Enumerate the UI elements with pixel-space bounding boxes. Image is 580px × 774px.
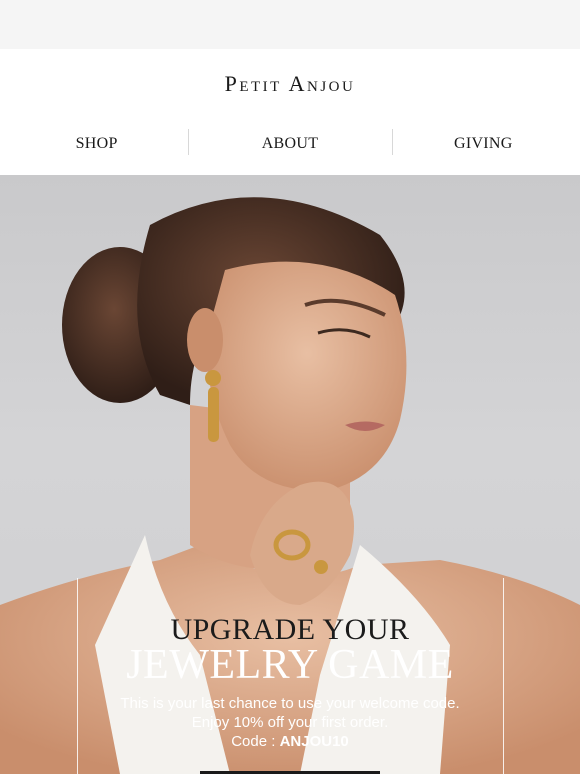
hero-body-text: This is your last chance to use your wel… bbox=[120, 695, 460, 731]
nav-item-giving[interactable]: GIVING bbox=[387, 129, 580, 159]
nav-bar: SHOP ABOUT GIVING bbox=[0, 129, 580, 159]
promo-code-label: Code : bbox=[231, 733, 276, 750]
nav-item-about[interactable]: ABOUT bbox=[193, 129, 386, 159]
top-strip bbox=[0, 0, 580, 49]
nav-divider bbox=[188, 129, 189, 155]
brand-logo[interactable]: Petit Anjou bbox=[0, 71, 580, 97]
hero-banner[interactable]: UPGRADE YOUR JEWELRY GAME This is your l… bbox=[0, 175, 580, 774]
hero-headline-line2: JEWELRY GAME bbox=[126, 642, 454, 688]
email-header: Petit Anjou SHOP ABOUT GIVING bbox=[0, 49, 580, 175]
promo-code-line: Code : ANJOU10 bbox=[0, 733, 580, 750]
promo-code-value: ANJOU10 bbox=[279, 733, 349, 750]
nav-item-shop[interactable]: SHOP bbox=[0, 129, 193, 159]
nav-divider bbox=[392, 129, 393, 155]
